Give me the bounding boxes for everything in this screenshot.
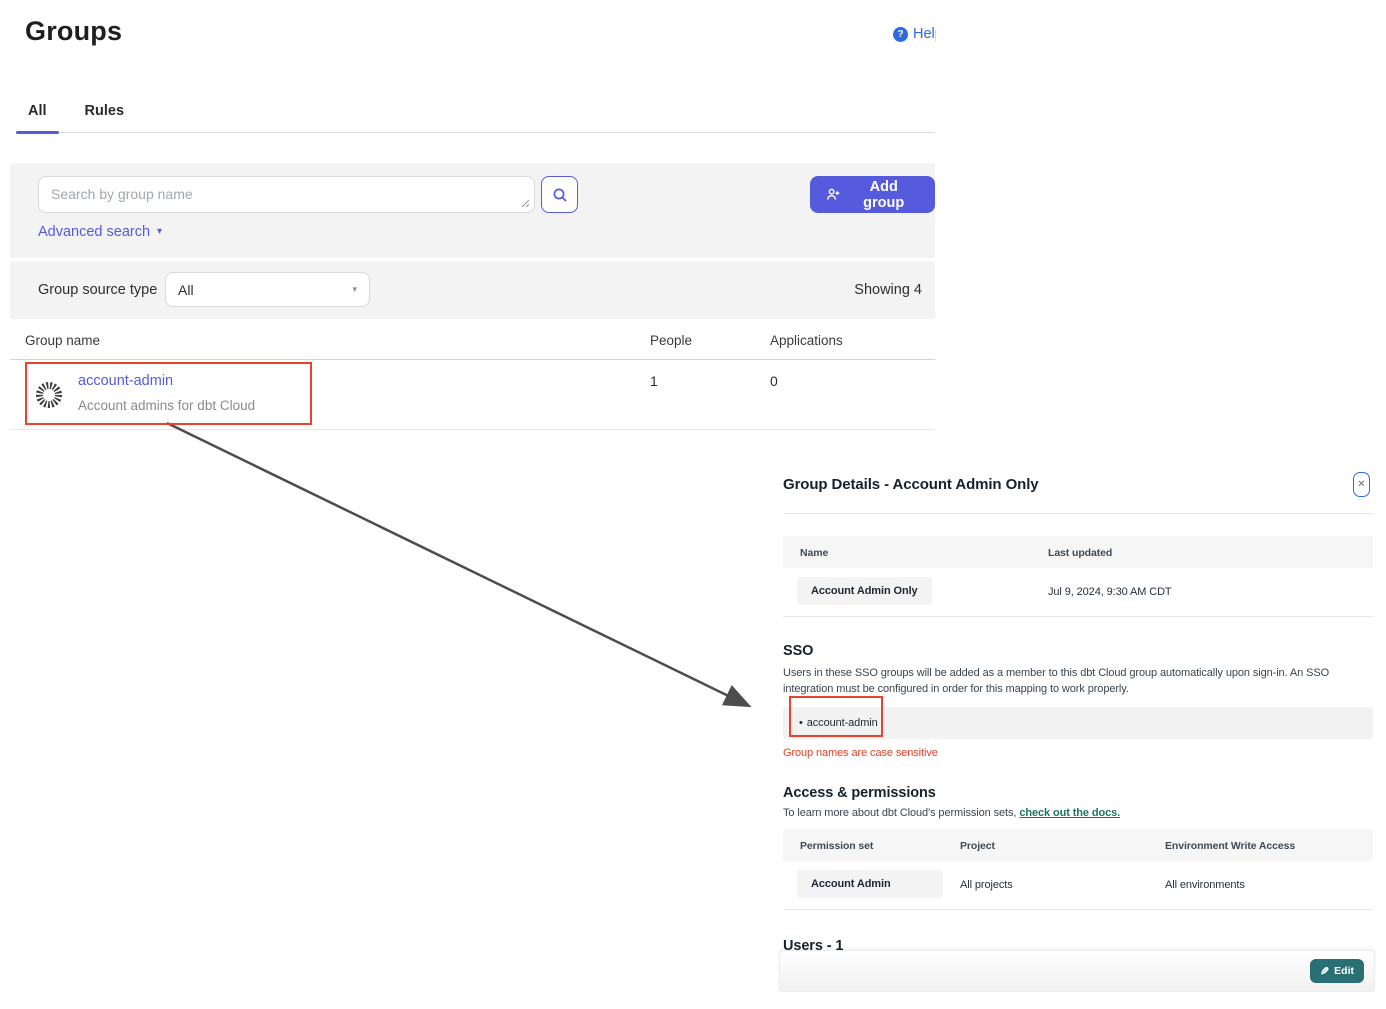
search-box [38, 176, 535, 213]
sso-heading: SSO [783, 643, 1373, 659]
close-button[interactable]: ✕ [1353, 472, 1370, 497]
edit-button[interactable]: ✎ Edit [1310, 959, 1364, 983]
edit-label: Edit [1334, 965, 1354, 977]
advanced-search-toggle[interactable]: Advanced search ▾ [38, 224, 162, 240]
environment-value: All environments [1165, 879, 1245, 891]
case-sensitive-warning: Group names are case sensitive [783, 747, 1373, 759]
applications-count: 0 [770, 373, 778, 389]
search-icon [552, 187, 568, 203]
column-group-name: Group name [25, 333, 100, 348]
access-description-text: To learn more about dbt Cloud's permissi… [783, 807, 1016, 819]
advanced-search-label: Advanced search [38, 224, 150, 240]
group-sunburst-icon [34, 380, 64, 410]
name-table-header: Name Last updated [783, 536, 1373, 568]
sso-group-name: account-admin [807, 717, 878, 729]
column-permission-set: Permission set [800, 840, 873, 852]
tab-all[interactable]: All [16, 101, 59, 132]
project-value: All projects [960, 879, 1013, 891]
groups-table: Group name People Applications account-a… [10, 322, 935, 430]
groups-admin-page: Groups ? Help All Rules Advanced search … [0, 0, 1386, 1009]
groups-table-header: Group name People Applications [10, 322, 935, 360]
chevron-down-icon: ▾ [352, 284, 357, 295]
search-button[interactable] [541, 176, 578, 213]
bullet-icon: • [799, 717, 803, 729]
group-details-panel: Group Details - Account Admin Only ✕ Nam… [783, 462, 1373, 954]
group-name-link[interactable]: account-admin [78, 373, 173, 389]
people-count: 1 [650, 373, 658, 389]
permissions-table-header: Permission set Project Environment Write… [783, 829, 1373, 861]
pencil-icon: ✎ [1320, 965, 1329, 978]
page-title: Groups [25, 16, 122, 47]
access-permissions-heading: Access & permissions [783, 785, 1373, 801]
column-project: Project [960, 840, 995, 852]
help-icon: ? [893, 27, 908, 42]
table-row[interactable]: account-admin Account admins for dbt Clo… [10, 360, 935, 430]
group-source-type-select[interactable]: All ▾ [165, 272, 370, 307]
name-table: Name Last updated Account Admin Only Jul… [783, 536, 1373, 617]
add-group-label: Add group [848, 179, 919, 211]
tab-rules[interactable]: Rules [73, 101, 137, 132]
search-panel: Advanced search ▾ Add group [10, 163, 935, 258]
name-table-row: Account Admin Only Jul 9, 2024, 9:30 AM … [783, 568, 1373, 616]
column-name: Name [800, 547, 828, 559]
selected-option: All [178, 282, 194, 298]
filter-panel: Group source type All ▾ Showing 4 [10, 261, 935, 319]
column-applications: Applications [770, 333, 843, 348]
search-input[interactable] [38, 176, 535, 213]
sso-group-chip: • account-admin [799, 717, 878, 729]
group-source-type-label: Group source type [38, 282, 157, 298]
access-description: To learn more about dbt Cloud's permissi… [783, 807, 1373, 819]
group-name-chip: Account Admin Only [797, 577, 932, 605]
showing-count: Showing 4 [854, 282, 922, 298]
add-group-button[interactable]: Add group [810, 176, 935, 213]
close-icon: ✕ [1357, 479, 1365, 490]
sso-groups-bar: • account-admin [783, 707, 1373, 739]
column-environment-write-access: Environment Write Access [1165, 840, 1295, 852]
last-updated-value: Jul 9, 2024, 9:30 AM CDT [1048, 586, 1172, 598]
help-label: Help [913, 26, 936, 42]
help-link[interactable]: ? Help [893, 26, 936, 42]
tab-bar: All Rules [16, 101, 935, 133]
chevron-down-icon: ▾ [157, 227, 162, 237]
sso-description: Users in these SSO groups will be added … [783, 666, 1358, 698]
permission-set-chip: Account Admin [797, 870, 943, 898]
column-people: People [650, 333, 692, 348]
group-description: Account admins for dbt Cloud [78, 398, 255, 413]
details-header: Group Details - Account Admin Only ✕ [783, 462, 1373, 514]
permissions-table-row: Account Admin All projects All environme… [783, 861, 1373, 909]
docs-link[interactable]: check out the docs. [1019, 807, 1120, 819]
add-user-icon [826, 187, 840, 202]
details-title: Group Details - Account Admin Only [783, 476, 1039, 493]
details-footer: ✎ Edit [779, 950, 1375, 992]
permissions-table: Permission set Project Environment Write… [783, 829, 1373, 910]
column-last-updated: Last updated [1048, 547, 1112, 559]
